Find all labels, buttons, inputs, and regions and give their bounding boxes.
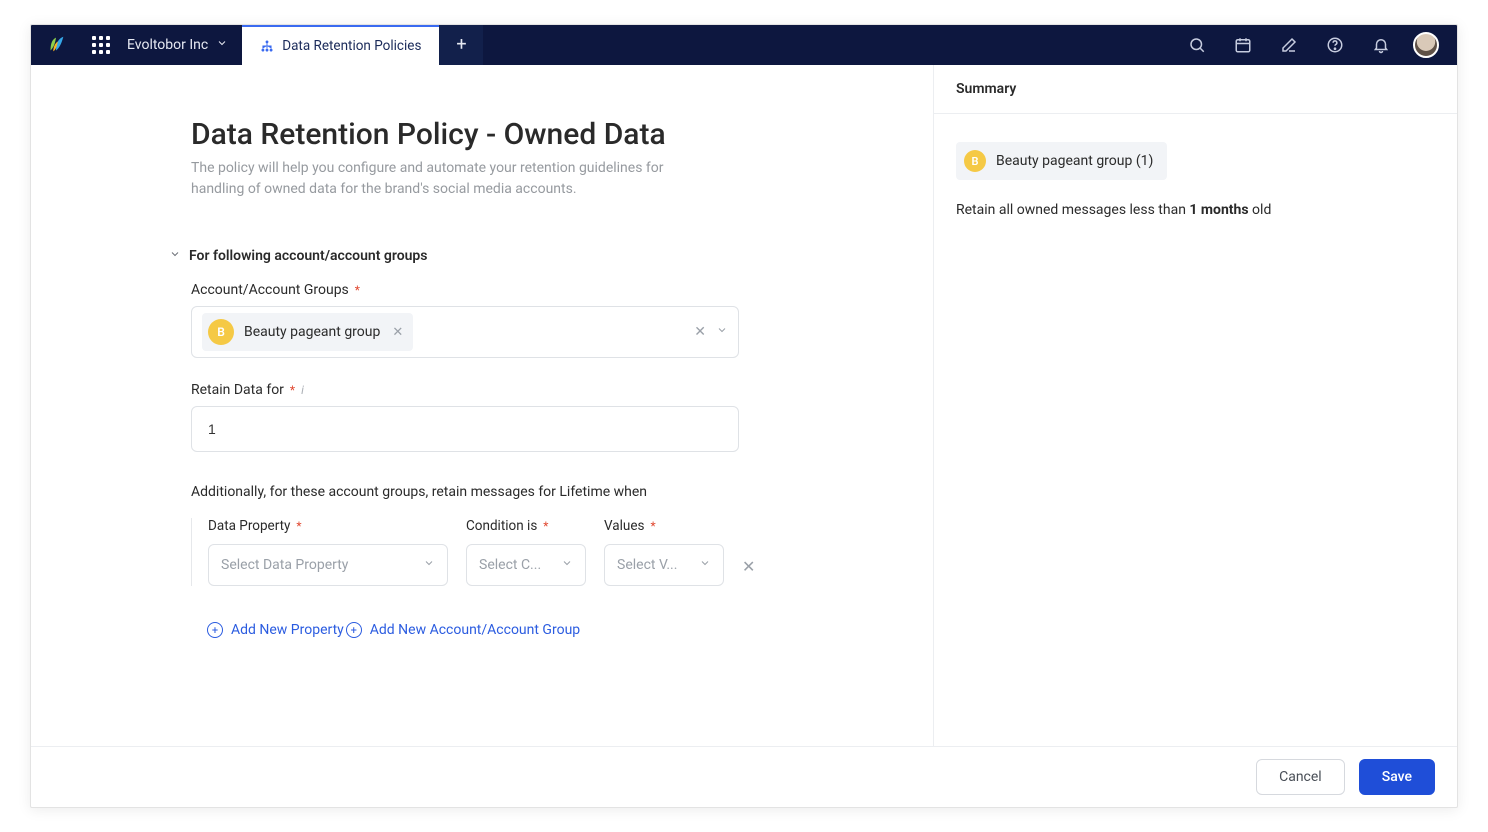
values-label: Values* — [604, 518, 724, 534]
chevron-down-icon — [216, 37, 228, 53]
add-account-group-button[interactable]: + Add New Account/Account Group — [346, 622, 580, 638]
retain-for-input[interactable] — [202, 417, 728, 441]
chevron-down-icon — [423, 557, 435, 573]
page-title: Data Retention Policy - Owned Data — [191, 117, 871, 152]
plus-circle-icon: + — [207, 622, 223, 638]
data-property-select[interactable]: Select Data Property — [208, 544, 448, 586]
app-switcher[interactable] — [81, 25, 121, 65]
search-icon[interactable] — [1183, 31, 1211, 59]
summary-chip: B Beauty pageant group (1) — [956, 142, 1167, 180]
chevron-down-icon — [699, 557, 711, 573]
tab-label: Data Retention Policies — [282, 38, 421, 54]
add-property-button[interactable]: + Add New Property — [207, 622, 344, 638]
rule-row: Data Property* Select Data Property Cond… — [191, 518, 871, 586]
main-panel: Data Retention Policy - Owned Data The p… — [31, 65, 933, 746]
account-chip: B Beauty pageant group ✕ — [202, 313, 413, 351]
page-subtitle: The policy will help you configure and a… — [191, 158, 711, 200]
lifetime-condition-text: Additionally, for these account groups, … — [191, 484, 871, 500]
calendar-icon[interactable] — [1229, 31, 1257, 59]
chevron-down-icon[interactable] — [716, 324, 728, 340]
chip-badge: B — [964, 150, 986, 172]
help-icon[interactable] — [1321, 31, 1349, 59]
plus-circle-icon: + — [346, 622, 362, 638]
account-groups-select[interactable]: B Beauty pageant group ✕ ✕ — [191, 306, 739, 358]
chip-badge: B — [208, 319, 234, 345]
condition-label: Condition is* — [466, 518, 586, 534]
org-selector[interactable]: Evoltobor Inc — [121, 25, 242, 65]
save-button[interactable]: Save — [1359, 759, 1435, 795]
chevron-down-icon — [561, 557, 573, 573]
section-heading: For following account/account groups — [189, 248, 428, 264]
cancel-button[interactable]: Cancel — [1256, 759, 1345, 795]
retain-for-label: Retain Data for*i — [191, 382, 871, 398]
user-avatar[interactable] — [1413, 32, 1439, 58]
org-name: Evoltobor Inc — [127, 37, 208, 53]
brand-logo — [31, 25, 81, 65]
summary-chip-label: Beauty pageant group (1) — [996, 153, 1153, 169]
chevron-down-icon — [169, 248, 181, 264]
account-groups-label: Account/Account Groups* — [191, 282, 871, 298]
hierarchy-icon — [260, 39, 274, 53]
summary-line: Retain all owned messages less than 1 mo… — [956, 202, 1435, 218]
section-toggle[interactable]: For following account/account groups — [169, 248, 871, 264]
bell-icon[interactable] — [1367, 31, 1395, 59]
summary-title: Summary — [934, 65, 1457, 114]
remove-rule-icon[interactable]: ✕ — [742, 557, 755, 576]
info-icon[interactable]: i — [301, 383, 304, 397]
data-property-label: Data Property* — [208, 518, 448, 534]
values-select[interactable]: Select V... — [604, 544, 724, 586]
chip-label: Beauty pageant group — [244, 324, 380, 340]
top-navbar: Evoltobor Inc Data Retention Policies + — [31, 25, 1457, 65]
tab-data-retention[interactable]: Data Retention Policies — [242, 25, 439, 65]
clear-icon[interactable]: ✕ — [694, 324, 706, 340]
chip-remove-icon[interactable]: ✕ — [392, 325, 403, 340]
retain-for-input-wrap — [191, 406, 739, 452]
new-tab-button[interactable]: + — [439, 25, 483, 65]
summary-panel: Summary B Beauty pageant group (1) Retai… — [933, 65, 1457, 746]
plus-icon: + — [456, 36, 466, 54]
footer-actions: Cancel Save — [31, 746, 1457, 807]
condition-select[interactable]: Select C... — [466, 544, 586, 586]
compose-icon[interactable] — [1275, 31, 1303, 59]
